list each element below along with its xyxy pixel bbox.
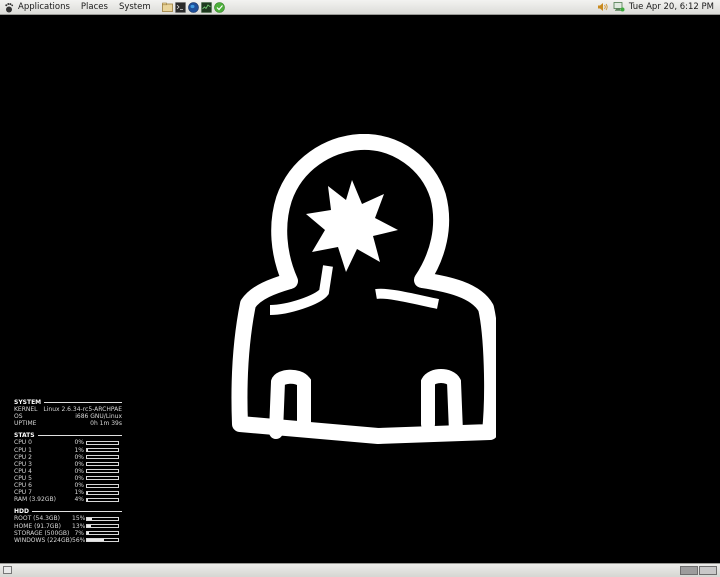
stats-row: RAM (3.92GB)4% — [14, 496, 122, 503]
stats-label: CPU 6 — [14, 482, 72, 489]
hdd-row: ROOT (54.3GB)15% — [14, 515, 122, 522]
hdd-usage-bar — [86, 538, 119, 542]
stats-row: CPU 71% — [14, 489, 122, 496]
stats-usage-bar — [86, 491, 119, 495]
system-uptime-row: UPTIME 0h 1m 39s — [14, 420, 122, 427]
workspace-switcher-2[interactable] — [699, 566, 717, 575]
gnome-foot-icon[interactable] — [4, 2, 14, 13]
globe-browser-icon[interactable] — [188, 2, 199, 13]
stats-section-title: STATS — [14, 432, 122, 439]
stats-percent: 0% — [72, 475, 84, 482]
stats-label: CPU 0 — [14, 439, 72, 446]
show-desktop-button[interactable] — [3, 566, 12, 574]
hdd-label: ROOT (54.3GB) — [14, 515, 72, 522]
stats-percent: 0% — [72, 454, 84, 461]
stats-label: CPU 4 — [14, 468, 72, 475]
stats-label: CPU 5 — [14, 475, 72, 482]
stats-row: CPU 11% — [14, 447, 122, 454]
hdd-percent: 7% — [72, 530, 84, 537]
conky-system-monitor: SYSTEM KERNEL Linux 2.6.34-rc5-ARCHPAE O… — [14, 399, 122, 544]
stats-row: CPU 00% — [14, 439, 122, 446]
stats-row: CPU 40% — [14, 468, 122, 475]
hdd-usage-fill — [87, 532, 89, 534]
system-monitor-icon[interactable] — [201, 2, 212, 13]
hdd-label: STORAGE (500GB) — [14, 530, 72, 537]
stats-list: CPU 00%CPU 11%CPU 20%CPU 30%CPU 40%CPU 5… — [14, 439, 122, 503]
files-launcher-icon[interactable] — [162, 2, 173, 13]
system-kernel-row: KERNEL Linux 2.6.34-rc5-ARCHPAE — [14, 406, 122, 413]
update-notifier-icon[interactable] — [214, 2, 225, 13]
network-icon[interactable] — [613, 2, 625, 12]
hdd-row: WINDOWS (224GB)56% — [14, 537, 122, 544]
stats-row: CPU 30% — [14, 461, 122, 468]
logo-star — [306, 180, 398, 272]
system-menu[interactable]: System — [119, 0, 151, 14]
hdd-row: HOME (91.7GB)13% — [14, 523, 122, 530]
workspace-switcher-1[interactable] — [680, 566, 698, 575]
top-panel-left: Applications Places System — [0, 0, 227, 14]
hdd-usage-fill — [87, 539, 104, 541]
hdd-percent: 13% — [72, 523, 84, 530]
top-panel: Applications Places System — [0, 0, 720, 15]
hdd-section-title: HDD — [14, 508, 122, 515]
clock[interactable]: Tue Apr 20, 6:12 PM — [629, 0, 714, 14]
stats-usage-bar — [86, 448, 119, 452]
stats-percent: 4% — [72, 496, 84, 503]
hdd-label: HOME (91.7GB) — [14, 523, 72, 530]
stats-usage-bar — [86, 476, 119, 480]
hdd-percent: 15% — [72, 515, 84, 522]
stats-label: CPU 1 — [14, 447, 72, 454]
stats-usage-bar — [86, 441, 119, 445]
hdd-usage-fill — [87, 525, 91, 527]
stats-row: CPU 20% — [14, 454, 122, 461]
stats-row: CPU 60% — [14, 482, 122, 489]
stats-label: RAM (3.92GB) — [14, 496, 72, 503]
top-panel-right: Tue Apr 20, 6:12 PM — [597, 0, 720, 14]
hdd-list: ROOT (54.3GB)15%HOME (91.7GB)13%STORAGE … — [14, 515, 122, 543]
stats-usage-bar — [86, 455, 119, 459]
stats-label: CPU 7 — [14, 489, 72, 496]
stats-usage-bar — [86, 462, 119, 466]
stats-usage-fill — [87, 499, 88, 501]
system-os-row: OS i686 GNU/Linux — [14, 413, 122, 420]
hdd-usage-fill — [87, 518, 92, 520]
stats-label: CPU 3 — [14, 461, 72, 468]
stats-row: CPU 50% — [14, 475, 122, 482]
system-section-title: SYSTEM — [14, 399, 122, 406]
stats-percent: 0% — [72, 461, 84, 468]
stats-percent: 0% — [72, 468, 84, 475]
stats-percent: 1% — [72, 447, 84, 454]
stats-percent: 0% — [72, 482, 84, 489]
stats-usage-bar — [86, 498, 119, 502]
volume-icon[interactable] — [597, 2, 609, 12]
desktop-wallpaper-logo — [228, 134, 496, 446]
stats-usage-bar — [86, 484, 119, 488]
hdd-row: STORAGE (500GB)7% — [14, 530, 122, 537]
hdd-usage-bar — [86, 524, 119, 528]
stats-label: CPU 2 — [14, 454, 72, 461]
hdd-usage-bar — [86, 531, 119, 535]
stats-percent: 0% — [72, 439, 84, 446]
stats-percent: 1% — [72, 489, 84, 496]
hdd-usage-bar — [86, 517, 119, 521]
stats-usage-bar — [86, 469, 119, 473]
places-menu[interactable]: Places — [81, 0, 108, 14]
launcher-group — [162, 2, 227, 13]
hdd-label: WINDOWS (224GB) — [14, 537, 72, 544]
applications-menu[interactable]: Applications — [18, 0, 70, 14]
hdd-percent: 56% — [72, 537, 84, 544]
terminal-launcher-icon[interactable] — [175, 2, 186, 13]
bottom-panel — [0, 563, 720, 577]
